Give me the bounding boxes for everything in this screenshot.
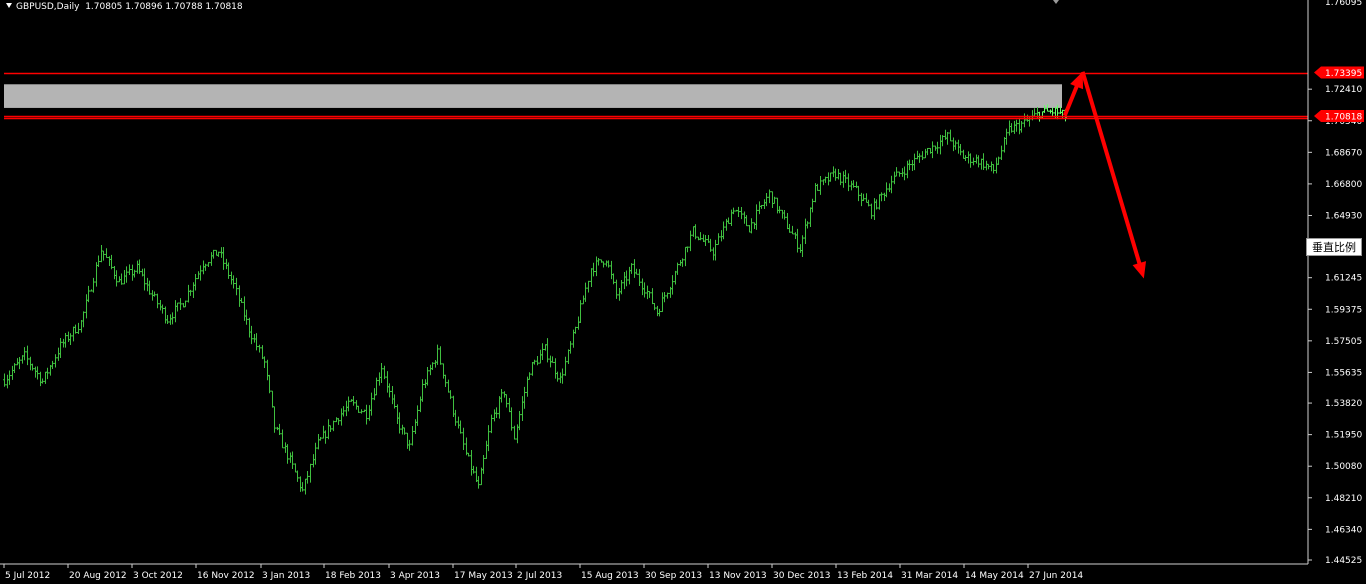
y-tick-label: 1.46340 [1325,525,1362,535]
price-label: 1.73395 [1314,66,1364,79]
x-tick-label: 30 Sep 2013 [645,571,702,581]
y-tick-label: 1.44525 [1325,556,1362,566]
y-tick-label: 1.48210 [1325,494,1362,504]
y-tick-label: 1.55635 [1325,368,1362,378]
y-tick-label: 1.66800 [1325,180,1362,190]
x-tick-label: 17 May 2013 [454,571,513,581]
price-label-text: 1.73395 [1325,69,1362,79]
x-tick-label: 31 Mar 2014 [901,571,958,581]
price-label-text: 1.70818 [1325,113,1362,123]
vertical-scale-button[interactable]: 垂直比例 [1306,238,1362,256]
x-tick-label: 14 May 2014 [965,571,1024,581]
x-tick-label: 16 Nov 2012 [197,571,255,581]
y-tick-label: 1.59375 [1325,305,1362,315]
zone-rect [4,84,1062,108]
x-tick-label: 18 Feb 2013 [325,571,381,581]
y-tick-label: 1.76095 [1325,0,1362,8]
price-chart[interactable]: 1.760951.724101.705401.686701.668001.649… [0,0,1366,584]
y-tick-label: 1.57505 [1325,337,1362,347]
x-tick-label: 5 Jul 2012 [5,571,50,581]
x-tick-label: 3 Oct 2012 [133,571,183,581]
dropdown-triangle-icon[interactable] [6,3,12,8]
x-tick-label: 15 Aug 2013 [581,571,639,581]
chart-ohlc: 1.70805 1.70896 1.70788 1.70818 [85,2,243,12]
y-tick-label: 1.61245 [1325,274,1362,284]
x-tick-label: 2 Jul 2013 [517,571,562,581]
y-tick-label: 1.50080 [1325,462,1362,472]
x-tick-label: 3 Jan 2013 [262,571,310,581]
y-tick-label: 1.64930 [1325,211,1362,221]
x-tick-label: 13 Feb 2014 [837,571,893,581]
price-label: 1.70818 [1314,110,1364,123]
x-tick-label: 30 Dec 2013 [773,571,831,581]
y-tick-label: 1.72410 [1325,85,1362,95]
chart-symbol: GBPUSD,Daily [16,2,80,12]
x-tick-label: 13 Nov 2013 [709,571,767,581]
y-tick-label: 1.51950 [1325,431,1362,441]
x-tick-label: 3 Apr 2013 [390,571,440,581]
x-tick-label: 20 Aug 2012 [69,571,127,581]
y-tick-label: 1.53820 [1325,399,1362,409]
x-tick-label: 27 Jun 2014 [1029,571,1083,581]
supply-zone [4,84,1062,108]
y-tick-label: 1.68670 [1325,148,1362,158]
chart-header: GBPUSD,Daily 1.70805 1.70896 1.70788 1.7… [6,1,243,13]
